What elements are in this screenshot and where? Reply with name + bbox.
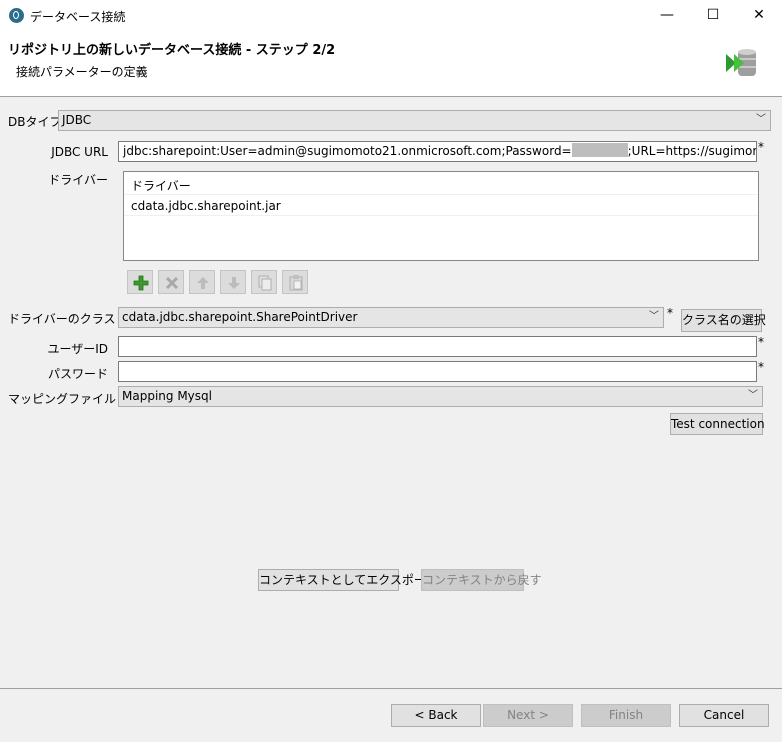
mapping-file-select[interactable]: Mapping Mysql ﹀ [118, 386, 763, 407]
paste-icon [289, 275, 303, 291]
driver-class-value: cdata.jdbc.sharepoint.SharePointDriver [122, 310, 358, 324]
jdbc-url-text-rest: ;URL=https://sugimomoto21.sharep [627, 144, 756, 158]
jdbc-url-label: JDBC URL [51, 145, 108, 159]
add-icon [133, 275, 149, 291]
driver-class-label: ドライバーのクラス [8, 312, 116, 326]
db-type-value: JDBC [62, 113, 92, 127]
app-icon [9, 8, 24, 23]
jdbc-url-text: jdbc:sharepoint:User=admin@sugimomoto21.… [123, 144, 572, 158]
paste-button[interactable] [282, 270, 308, 294]
revert-context-button[interactable]: コンテキストから戻す [421, 569, 542, 591]
table-row[interactable]: cdata.jdbc.sharepoint.jar [124, 195, 758, 216]
database-arrow-icon [724, 48, 760, 78]
mapping-file-value: Mapping Mysql [122, 389, 212, 403]
delete-icon [165, 276, 179, 290]
jdbc-url-input[interactable]: jdbc:sharepoint:User=admin@sugimomoto21.… [118, 141, 757, 162]
next-button[interactable]: Next > [483, 704, 573, 727]
copy-button[interactable] [251, 270, 277, 294]
driver-row-text: cdata.jdbc.sharepoint.jar [131, 199, 281, 213]
copy-icon [258, 275, 272, 291]
driver-label: ドライバー [48, 173, 108, 187]
driver-table[interactable]: ドライバー cdata.jdbc.sharepoint.jar [123, 171, 759, 261]
finish-button[interactable]: Finish [581, 704, 671, 727]
minimize-button[interactable]: — [644, 0, 690, 31]
select-class-button[interactable]: クラス名の選択 [681, 309, 766, 332]
password-input[interactable] [118, 361, 757, 382]
db-type-select[interactable]: JDBC ﹀ [58, 110, 771, 131]
user-id-input[interactable] [118, 336, 757, 357]
masked-password [571, 143, 628, 157]
move-up-icon [197, 277, 209, 289]
test-connection-button[interactable]: Test connection [670, 413, 765, 435]
chevron-down-icon: ﹀ [748, 390, 758, 401]
export-context-button[interactable]: コンテキストとしてエクスポート [258, 569, 438, 591]
driver-class-select[interactable]: cdata.jdbc.sharepoint.SharePointDriver ﹀ [118, 307, 664, 328]
user-id-label: ユーザーID [47, 342, 108, 356]
required-marker: * [758, 360, 764, 374]
wizard-subtitle: 接続パラメーターの定義 [16, 65, 148, 79]
move-down-icon [228, 277, 240, 289]
back-button[interactable]: < Back [391, 704, 481, 727]
required-marker: * [758, 335, 764, 349]
footer-divider [0, 688, 782, 689]
required-marker: * [758, 140, 764, 154]
chevron-down-icon: ﹀ [649, 311, 659, 322]
move-down-button[interactable] [220, 270, 246, 294]
chevron-down-icon: ﹀ [756, 114, 766, 125]
cancel-button[interactable]: Cancel [679, 704, 769, 727]
delete-button[interactable] [158, 270, 184, 294]
add-button[interactable] [127, 270, 153, 294]
close-button[interactable]: ✕ [736, 0, 782, 31]
password-label: パスワード [47, 367, 108, 381]
move-up-button[interactable] [189, 270, 215, 294]
required-marker: * [667, 306, 673, 320]
maximize-button[interactable]: ☐ [690, 0, 736, 31]
wizard-title: リポジトリ上の新しいデータベース接続 - ステップ 2/2 [8, 43, 336, 58]
window-title: データベース接続 [30, 10, 126, 24]
db-type-label: DBタイプ [8, 115, 62, 129]
mapping-file-label: マッピングファイル [8, 392, 117, 406]
driver-column-header[interactable]: ドライバー [131, 177, 191, 194]
